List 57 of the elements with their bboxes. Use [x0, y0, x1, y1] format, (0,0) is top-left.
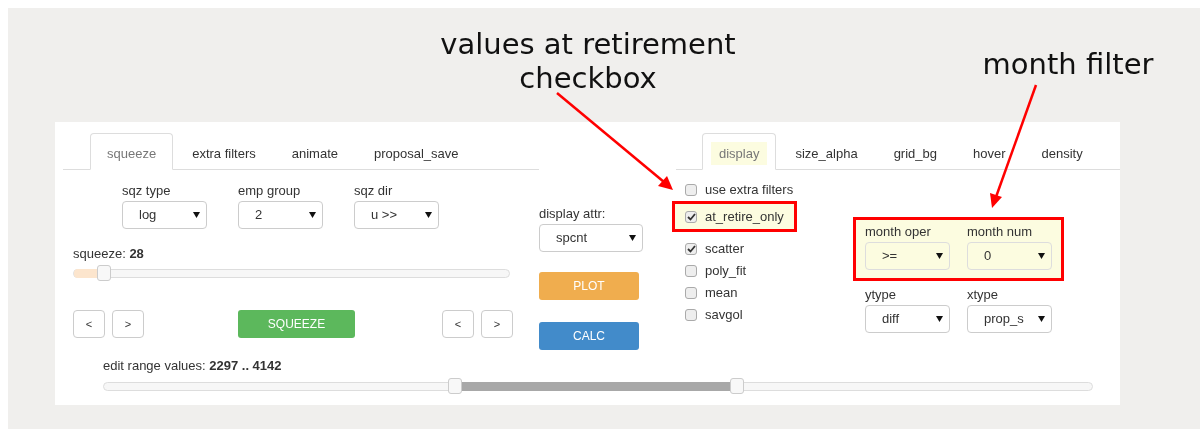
slider-thumb[interactable]: [447, 378, 462, 394]
tab[interactable]: squeeze: [90, 133, 174, 170]
annotation-text: values at retirement checkbox: [439, 27, 737, 95]
checkbox[interactable]: [685, 184, 697, 196]
nav-button[interactable]: >: [481, 310, 513, 338]
checkbox-label: savgol: [705, 306, 743, 325]
tab[interactable]: size_alpha: [778, 133, 875, 170]
checkbox-label: mean: [705, 284, 738, 303]
annotation-text: month filter: [981, 47, 1155, 81]
dropdown[interactable]: >=: [865, 242, 950, 270]
caret-icon: [1038, 316, 1045, 322]
tab[interactable]: density: [1024, 133, 1100, 170]
dropdown[interactable]: log: [122, 201, 207, 229]
tab[interactable]: animate: [274, 133, 355, 170]
field-label: sqz type: [122, 183, 172, 198]
caret-icon: [936, 316, 943, 322]
checkbox[interactable]: [685, 309, 697, 321]
caret-icon: [425, 212, 432, 218]
caret-icon: [629, 235, 636, 241]
dropdown[interactable]: prop_s: [967, 305, 1052, 333]
field-label: sqz dir: [354, 183, 394, 198]
tab[interactable]: extra filters: [175, 133, 273, 170]
caret-icon: [1038, 253, 1045, 259]
slider-thumb[interactable]: [97, 265, 112, 281]
tab[interactable]: display: [702, 133, 777, 170]
checkbox[interactable]: [685, 243, 697, 255]
action-button[interactable]: CALC: [539, 322, 639, 350]
slider-label: squeeze: 28: [73, 246, 145, 261]
field-label: month oper: [865, 224, 932, 239]
checkbox[interactable]: [685, 265, 697, 277]
dropdown[interactable]: 2: [238, 201, 323, 229]
caret-icon: [309, 212, 316, 218]
caret-icon: [936, 253, 943, 259]
checkbox-label: poly_fit: [705, 262, 747, 281]
field-label: ytype: [865, 287, 898, 302]
checkbox-label: at_retire_only: [705, 207, 784, 226]
checkbox-label: use extra filters: [705, 181, 794, 200]
checkbox-label: scatter: [705, 240, 744, 259]
caret-icon: [193, 212, 200, 218]
nav-button[interactable]: <: [442, 310, 474, 338]
field-label: emp group: [238, 183, 302, 198]
slider-label: edit range values: 2297 .. 4142: [103, 358, 283, 373]
field-label: display attr:: [539, 206, 607, 221]
dropdown[interactable]: u >>: [354, 201, 439, 229]
field-label: month num: [967, 224, 1034, 239]
tab[interactable]: grid_bg: [876, 133, 954, 170]
dropdown[interactable]: diff: [865, 305, 950, 333]
dropdown[interactable]: 0: [967, 242, 1052, 270]
dropdown[interactable]: spcnt: [539, 224, 643, 252]
nav-button[interactable]: >: [112, 310, 144, 338]
slider-thumb[interactable]: [730, 378, 745, 394]
tab[interactable]: proposal_save: [357, 133, 476, 170]
checkbox[interactable]: [685, 210, 697, 223]
checkbox[interactable]: [685, 287, 697, 299]
field-label: xtype: [967, 287, 1000, 302]
nav-button[interactable]: <: [73, 310, 105, 338]
tab[interactable]: hover: [956, 133, 1023, 170]
